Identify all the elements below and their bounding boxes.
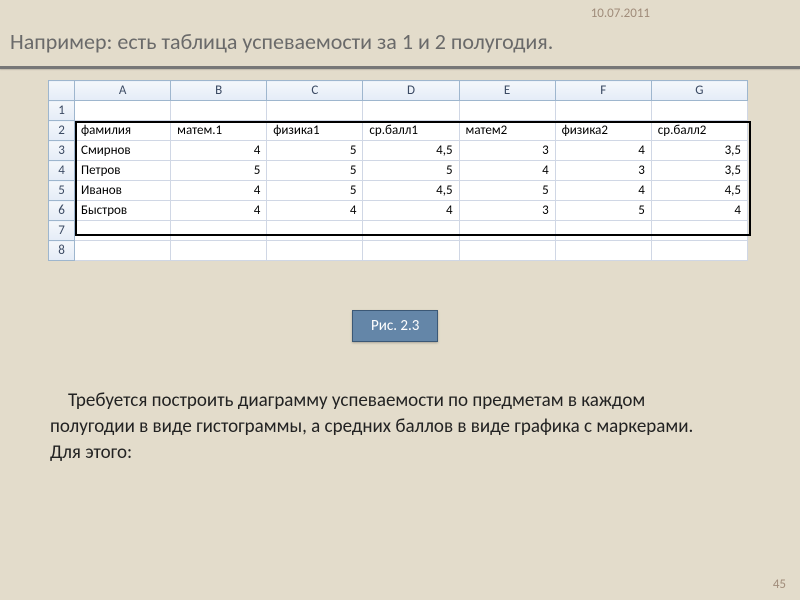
cell[interactable]: физика1 xyxy=(267,121,363,141)
row-number[interactable]: 7 xyxy=(49,221,75,241)
cell[interactable] xyxy=(363,101,459,121)
cell[interactable] xyxy=(171,241,267,261)
cell[interactable]: 3,5 xyxy=(651,161,747,181)
cell[interactable]: 5 xyxy=(459,181,555,201)
slide-title: Например: есть таблица успеваемости за 1… xyxy=(10,28,553,55)
cell[interactable] xyxy=(171,101,267,121)
figure-caption: Рис. 2.3 xyxy=(352,310,438,342)
table-row: 7 xyxy=(49,221,748,241)
col-header[interactable]: E xyxy=(459,81,555,101)
col-header[interactable]: G xyxy=(651,81,747,101)
cell[interactable] xyxy=(267,101,363,121)
cell[interactable] xyxy=(459,241,555,261)
cell[interactable]: 4 xyxy=(267,201,363,221)
cell[interactable] xyxy=(75,221,171,241)
cell[interactable] xyxy=(363,241,459,261)
row-number[interactable]: 8 xyxy=(49,241,75,261)
cell[interactable]: 4 xyxy=(651,201,747,221)
col-header[interactable]: F xyxy=(555,81,651,101)
cell[interactable] xyxy=(459,221,555,241)
cell[interactable] xyxy=(75,241,171,261)
cell[interactable] xyxy=(267,241,363,261)
corner-cell[interactable] xyxy=(49,81,75,101)
cell[interactable] xyxy=(651,241,747,261)
table-row: 3 Смирнов 4 5 4,5 3 4 3,5 xyxy=(49,141,748,161)
cell[interactable]: фамилия xyxy=(75,121,171,141)
cell[interactable]: физика2 xyxy=(555,121,651,141)
cell[interactable]: 5 xyxy=(267,181,363,201)
col-header[interactable]: D xyxy=(363,81,459,101)
cell[interactable]: 4 xyxy=(171,201,267,221)
cell[interactable]: 5 xyxy=(267,161,363,181)
table-row: 1 xyxy=(49,101,748,121)
cell[interactable]: 4,5 xyxy=(363,181,459,201)
col-header[interactable]: C xyxy=(267,81,363,101)
cell[interactable] xyxy=(75,101,171,121)
row-number[interactable]: 4 xyxy=(49,161,75,181)
cell[interactable] xyxy=(651,221,747,241)
cell[interactable]: 5 xyxy=(363,161,459,181)
cell[interactable]: ср.балл2 xyxy=(651,121,747,141)
cell[interactable] xyxy=(267,221,363,241)
col-header[interactable]: A xyxy=(75,81,171,101)
table-row: 6 Быстров 4 4 4 3 5 4 xyxy=(49,201,748,221)
cell[interactable]: 5 xyxy=(267,141,363,161)
cell[interactable] xyxy=(651,101,747,121)
row-number[interactable]: 2 xyxy=(49,121,75,141)
table-row: 4 Петров 5 5 5 4 3 3,5 xyxy=(49,161,748,181)
cell[interactable]: матем.1 xyxy=(171,121,267,141)
cell[interactable]: 4 xyxy=(555,181,651,201)
table-row: 5 Иванов 4 5 4,5 5 4 4,5 xyxy=(49,181,748,201)
excel-table: A B C D E F G 1 2 фамилия матем.1 физика… xyxy=(48,80,748,261)
cell[interactable]: 3,5 xyxy=(651,141,747,161)
cell[interactable] xyxy=(459,101,555,121)
row-number[interactable]: 6 xyxy=(49,201,75,221)
cell[interactable] xyxy=(555,221,651,241)
cell[interactable]: 5 xyxy=(171,161,267,181)
cell[interactable] xyxy=(555,101,651,121)
body-text: Требуется построить диаграмму успеваемос… xyxy=(50,388,710,466)
col-header[interactable]: B xyxy=(171,81,267,101)
title-underline xyxy=(0,66,800,69)
table-row: 8 xyxy=(49,241,748,261)
cell[interactable]: 3 xyxy=(459,201,555,221)
cell[interactable]: Смирнов xyxy=(75,141,171,161)
slide-date: 10.07.2011 xyxy=(591,6,650,21)
cell[interactable] xyxy=(171,221,267,241)
cell[interactable]: 4 xyxy=(555,141,651,161)
cell[interactable]: Петров xyxy=(75,161,171,181)
cell[interactable]: 4 xyxy=(363,201,459,221)
cell[interactable]: 3 xyxy=(459,141,555,161)
row-number[interactable]: 3 xyxy=(49,141,75,161)
cell[interactable]: Быстров xyxy=(75,201,171,221)
cell[interactable]: 3 xyxy=(555,161,651,181)
row-number[interactable]: 1 xyxy=(49,101,75,121)
cell[interactable]: Иванов xyxy=(75,181,171,201)
page-number: 45 xyxy=(773,577,786,592)
cell[interactable]: 4 xyxy=(459,161,555,181)
cell[interactable]: матем2 xyxy=(459,121,555,141)
cell[interactable]: 4,5 xyxy=(363,141,459,161)
cell[interactable]: 4 xyxy=(171,141,267,161)
cell[interactable]: 5 xyxy=(555,201,651,221)
table-row: 2 фамилия матем.1 физика1 ср.балл1 матем… xyxy=(49,121,748,141)
cell[interactable]: 4,5 xyxy=(651,181,747,201)
row-number[interactable]: 5 xyxy=(49,181,75,201)
cell[interactable]: 4 xyxy=(171,181,267,201)
cell[interactable]: ср.балл1 xyxy=(363,121,459,141)
cell[interactable] xyxy=(555,241,651,261)
cell[interactable] xyxy=(363,221,459,241)
